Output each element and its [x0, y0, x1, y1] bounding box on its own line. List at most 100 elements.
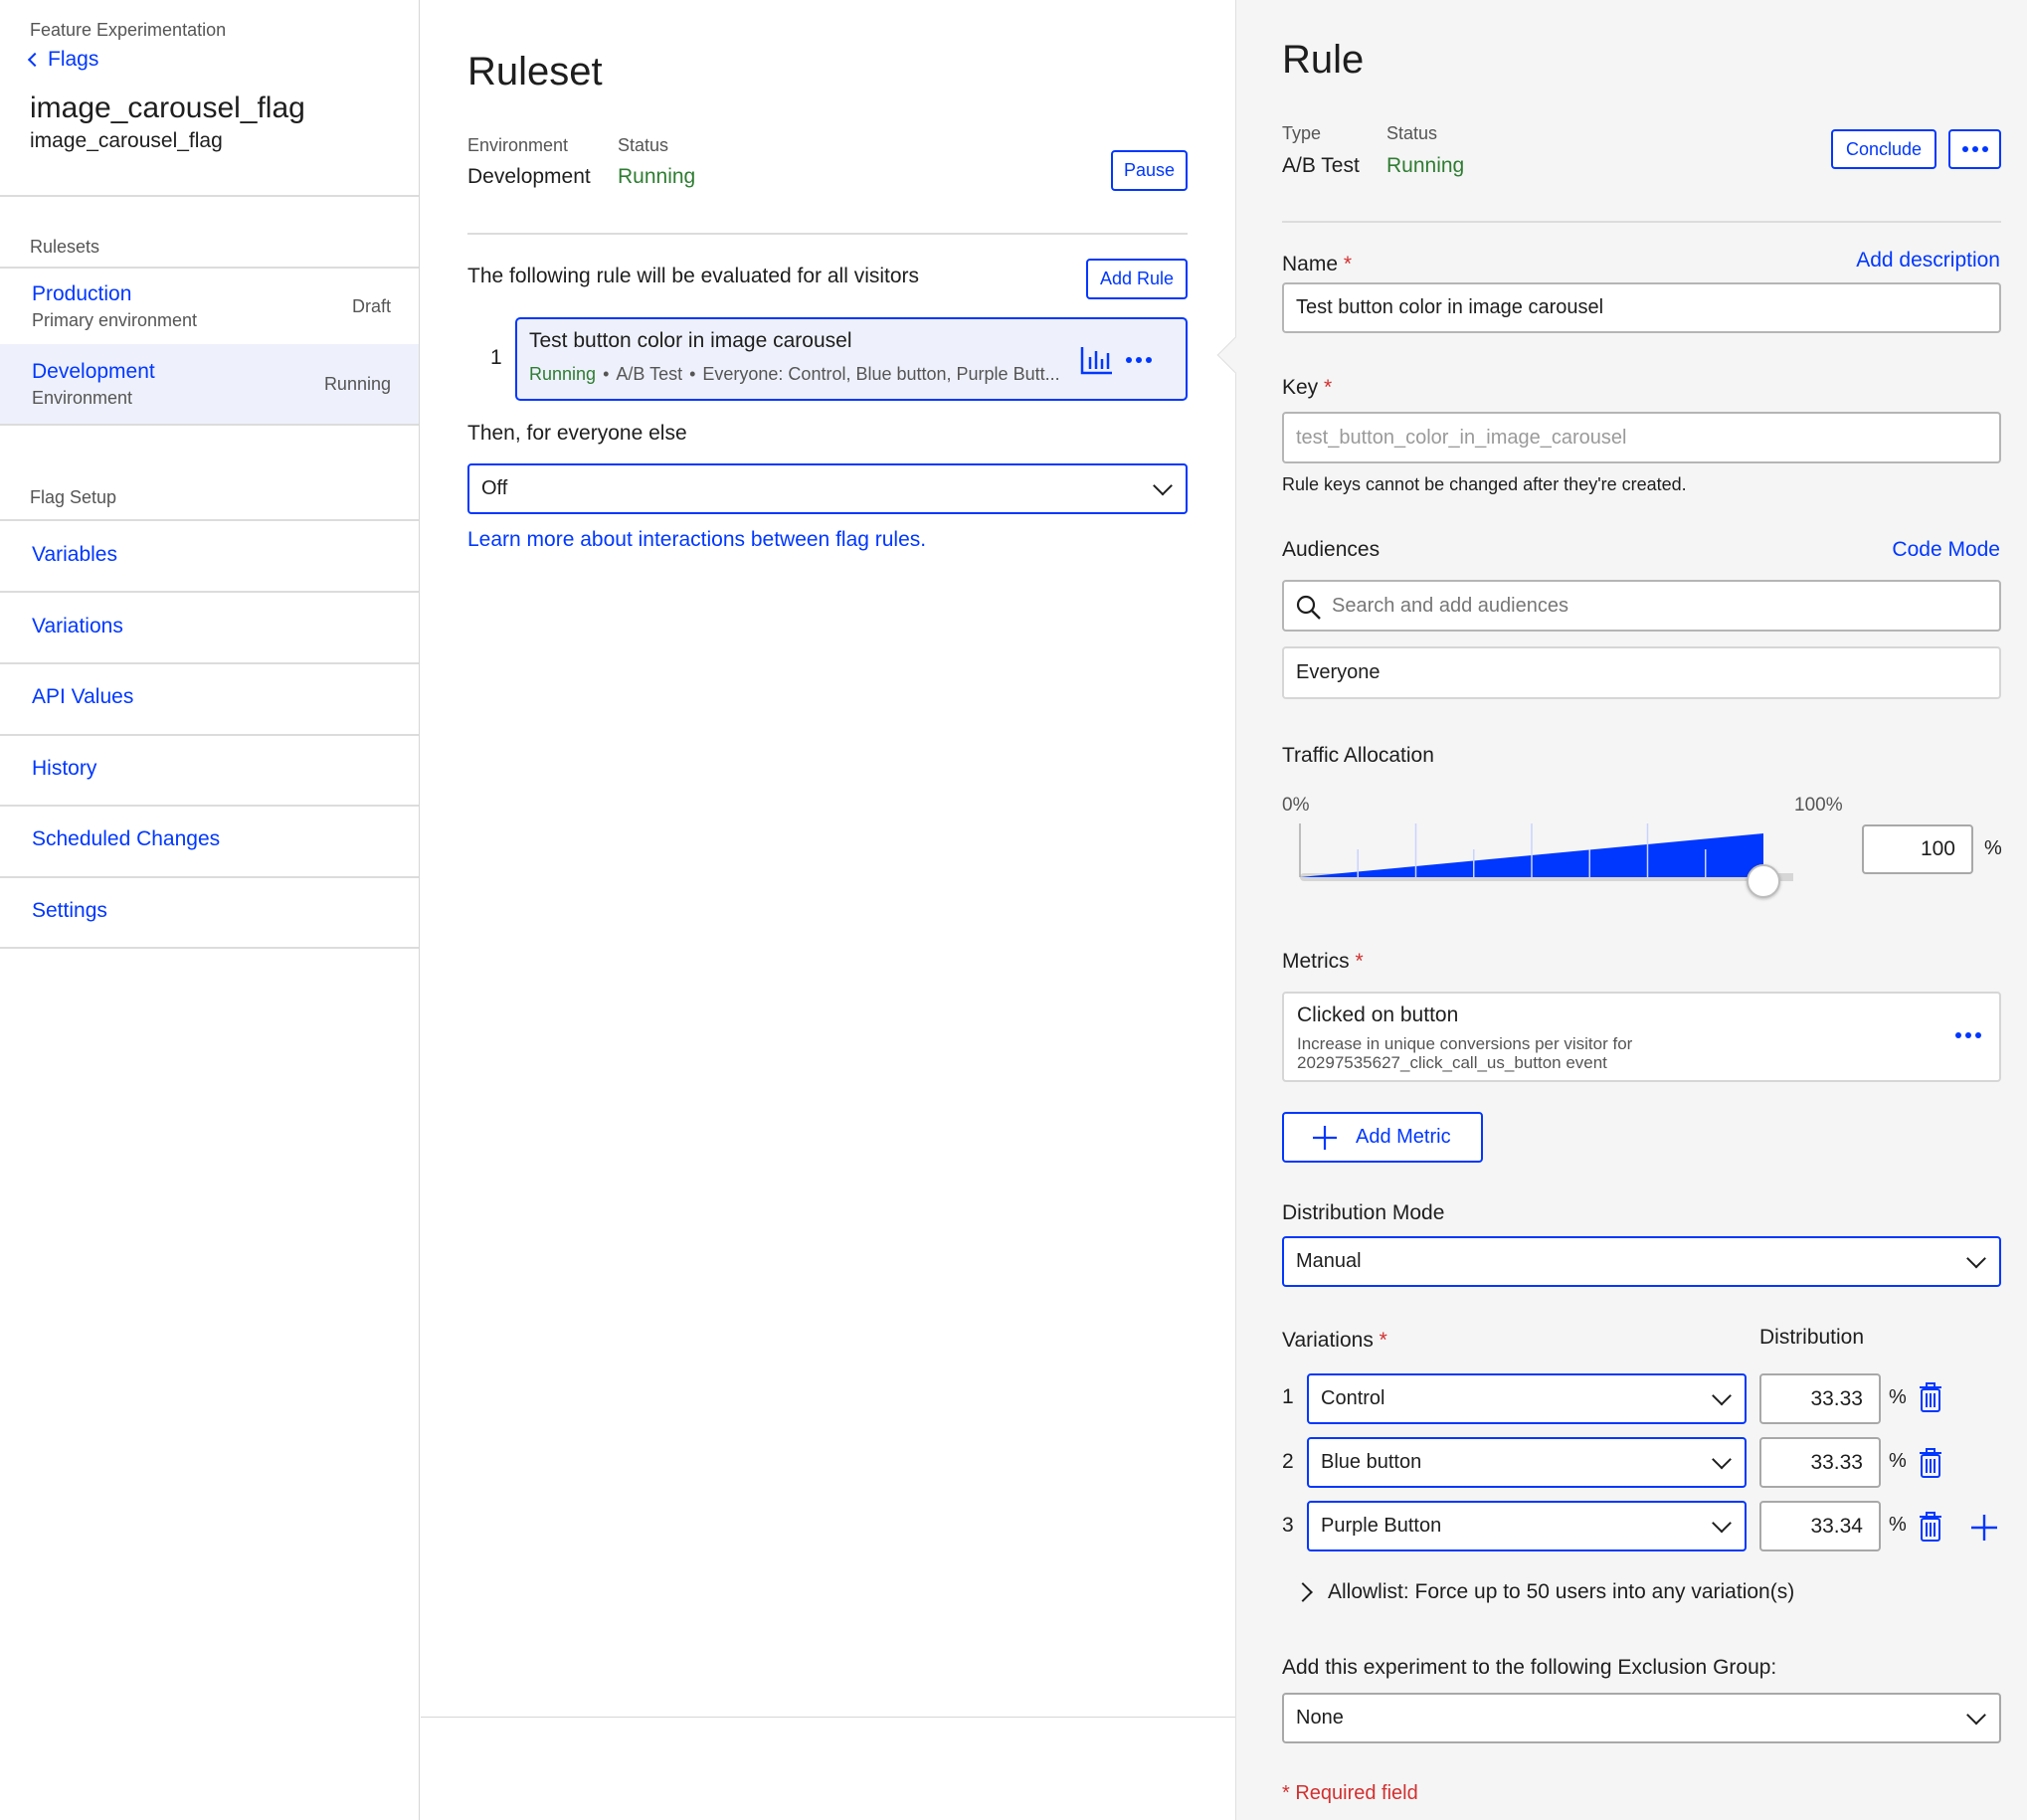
metric-card[interactable]: Clicked on button Increase in unique con…	[1282, 992, 2001, 1082]
name-input[interactable]: Test button color in image carousel	[1282, 282, 2001, 333]
ruleset-item-production[interactable]: Production Primary environment Draft	[0, 269, 419, 344]
sidebar-item-scheduled-changes[interactable]: Scheduled Changes	[32, 827, 220, 851]
add-metric-button[interactable]: Add Metric	[1282, 1112, 1483, 1163]
percent-sign: %	[1889, 1386, 1907, 1408]
ruleset-panel: Ruleset Environment Development Status R…	[421, 0, 1235, 1820]
status-label: Status	[1386, 123, 1438, 143]
divider	[0, 591, 419, 593]
product-name: Feature Experimentation	[30, 20, 227, 40]
rule-index: 1	[490, 346, 502, 369]
page-title: Ruleset	[467, 50, 603, 93]
variation-name: Purple Button	[1321, 1515, 1442, 1537]
add-metric-label: Add Metric	[1356, 1126, 1451, 1148]
ruleset-name: Production	[32, 282, 132, 305]
else-variation-value: Off	[481, 477, 508, 499]
sidebar: Feature Experimentation Flags image_caro…	[0, 0, 420, 1820]
sidebar-item-settings[interactable]: Settings	[32, 899, 107, 923]
more-options-icon[interactable]	[1955, 1032, 1981, 1038]
sidebar-item-history[interactable]: History	[32, 757, 96, 781]
rule-status: Running	[529, 364, 597, 384]
variation-select[interactable]: Blue button	[1307, 1437, 1747, 1488]
add-description-link[interactable]: Add description	[1856, 249, 2000, 273]
sidebar-item-variations[interactable]: Variations	[32, 615, 123, 638]
trash-icon[interactable]	[1919, 1382, 1942, 1412]
status-value: Running	[618, 165, 696, 188]
slider-handle[interactable]	[1747, 864, 1780, 898]
distribution-input[interactable]: 33.33	[1759, 1437, 1881, 1488]
add-rule-button[interactable]: Add Rule	[1086, 259, 1188, 299]
separator-dot: •	[689, 364, 696, 384]
variation-index: 2	[1282, 1450, 1294, 1473]
metric-title: Clicked on button	[1297, 1003, 1459, 1026]
more-options-icon	[1961, 146, 1988, 152]
variations-label: Variations *	[1282, 1329, 1387, 1353]
trash-icon[interactable]	[1919, 1512, 1942, 1542]
pause-button[interactable]: Pause	[1111, 150, 1188, 191]
distribution-label: Distribution	[1759, 1326, 1865, 1349]
results-chart-icon[interactable]	[1080, 345, 1114, 375]
name-label: Name *	[1282, 253, 1352, 276]
metric-desc-line-2: 20297535627_click_call_us_button event	[1297, 1053, 1607, 1072]
ruleset-name: Development	[32, 360, 155, 383]
learn-more-link[interactable]: Learn more about interactions between fl…	[467, 528, 926, 552]
traffic-input[interactable]: 100	[1862, 824, 1973, 874]
traffic-min-label: 0%	[1282, 795, 1310, 816]
key-help-text: Rule keys cannot be changed after they'r…	[1282, 474, 1687, 494]
chevron-down-icon	[1966, 1248, 1986, 1268]
more-options-icon[interactable]	[1126, 357, 1152, 363]
back-to-flags-link[interactable]: Flags	[27, 48, 98, 72]
required-star: *	[1343, 253, 1353, 275]
metric-desc-line-1: Increase in unique conversions per visit…	[1297, 1034, 1633, 1053]
ruleset-status: Running	[323, 374, 391, 394]
key-input[interactable]: test_button_color_in_image_carousel	[1282, 412, 2001, 463]
variation-index: 3	[1282, 1514, 1294, 1537]
sidebar-item-api-values[interactable]: API Values	[32, 685, 133, 709]
allowlist-label: Allowlist: Force up to 50 users into any…	[1328, 1580, 1795, 1603]
exclusion-group-select[interactable]: None	[1282, 1693, 2001, 1743]
distribution-mode-label: Distribution Mode	[1282, 1201, 1445, 1224]
code-mode-link[interactable]: Code Mode	[1892, 538, 2000, 562]
trash-icon[interactable]	[1919, 1448, 1942, 1478]
allowlist-toggle[interactable]: Allowlist: Force up to 50 users into any…	[1293, 1580, 1795, 1604]
conclude-button[interactable]: Conclude	[1831, 129, 1936, 169]
flag-setup-heading: Flag Setup	[30, 487, 117, 507]
required-field-note: * Required field	[1282, 1782, 1418, 1804]
variations-label-text: Variations	[1282, 1329, 1374, 1352]
sidebar-item-variables[interactable]: Variables	[32, 543, 117, 567]
audience-search-input[interactable]: Search and add audiences	[1282, 580, 2001, 632]
distribution-input[interactable]: 33.34	[1759, 1501, 1881, 1551]
traffic-max-label: 100%	[1794, 795, 1843, 816]
rule-card[interactable]: Test button color in image carousel Runn…	[515, 317, 1188, 401]
metrics-label-text: Metrics	[1282, 950, 1350, 973]
divider	[0, 876, 419, 878]
ruleset-item-development[interactable]: Development Environment Running	[0, 344, 419, 424]
ruleset-sub: Environment	[32, 388, 133, 408]
rulesets-heading: Rulesets	[30, 237, 100, 257]
add-variation-plus-icon[interactable]	[1970, 1514, 1998, 1542]
variation-select[interactable]: Control	[1307, 1373, 1747, 1424]
rule-type: A/B Test	[616, 364, 683, 384]
ruleset-sub: Primary environment	[32, 310, 198, 330]
more-actions-button[interactable]	[1948, 129, 2001, 169]
distribution-mode-select[interactable]: Manual	[1282, 1236, 2001, 1287]
exclusion-group-value: None	[1296, 1707, 1344, 1729]
metrics-label: Metrics *	[1282, 950, 1364, 974]
key-label-text: Key	[1282, 376, 1319, 399]
chevron-down-icon	[1966, 1705, 1986, 1725]
evaluated-text: The following rule will be evaluated for…	[467, 265, 920, 287]
audience-list: Everyone	[1282, 646, 2001, 699]
else-variation-select[interactable]: Off	[467, 463, 1188, 514]
separator-dot: •	[603, 364, 610, 384]
required-star: *	[1379, 1329, 1387, 1352]
divider	[0, 424, 419, 426]
type-value: A/B Test	[1282, 154, 1360, 177]
required-star: *	[1355, 950, 1364, 973]
variation-select[interactable]: Purple Button	[1307, 1501, 1747, 1551]
divider	[0, 734, 419, 736]
traffic-slider[interactable]	[1296, 819, 1793, 899]
divider	[1282, 221, 2001, 223]
audience-search-placeholder: Search and add audiences	[1332, 594, 1568, 617]
percent-sign: %	[1889, 1514, 1907, 1536]
distribution-input[interactable]: 33.33	[1759, 1373, 1881, 1424]
chevron-down-icon	[1712, 1385, 1732, 1405]
